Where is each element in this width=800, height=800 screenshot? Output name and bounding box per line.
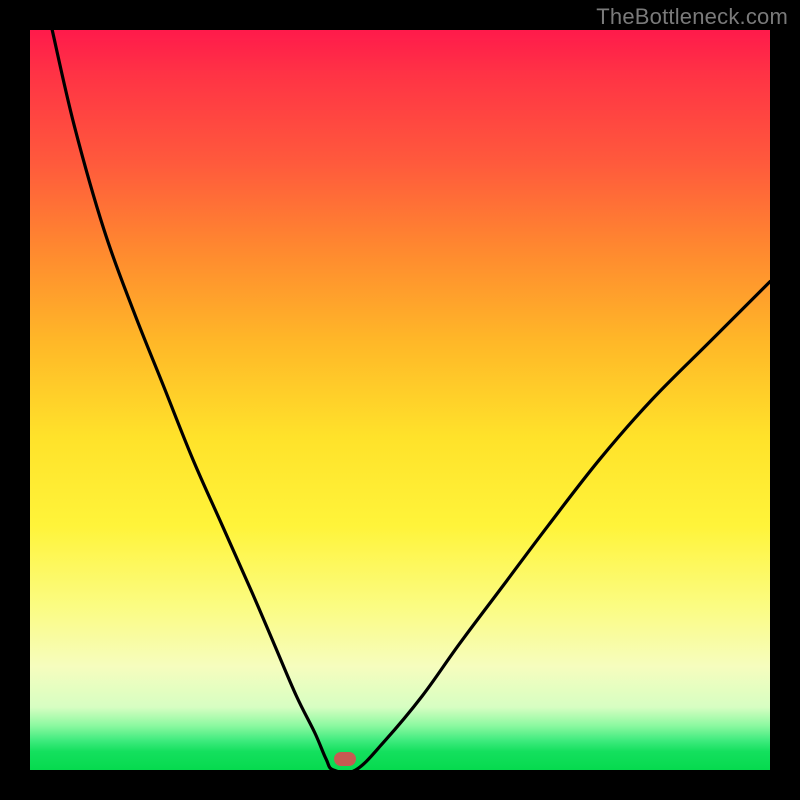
watermark-text: TheBottleneck.com xyxy=(596,4,788,30)
bottleneck-curve xyxy=(30,30,770,770)
chart-frame: TheBottleneck.com xyxy=(0,0,800,800)
curve-path xyxy=(52,30,770,773)
optimum-marker xyxy=(334,752,356,766)
plot-area xyxy=(30,30,770,770)
